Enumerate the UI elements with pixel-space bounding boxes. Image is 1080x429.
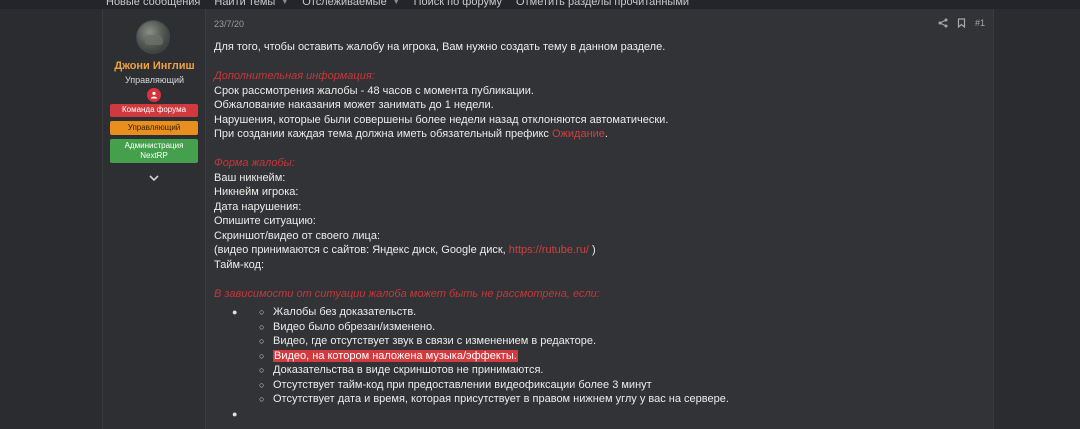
list-item: ● ○ Жалобы без доказательств. bbox=[214, 305, 974, 320]
nav-items: Новые сообщения Найти темы ▼ Отслеживаемы… bbox=[106, 0, 703, 9]
prefix-line: При создании каждая тема должна иметь об… bbox=[214, 127, 974, 142]
post-number[interactable]: #1 bbox=[975, 18, 985, 28]
form-line: Тайм-код: bbox=[214, 258, 264, 271]
post-main: 23/7/20 #1 Для того, чтобы оставить жало… bbox=[206, 9, 995, 429]
post-date[interactable]: 23/7/20 bbox=[214, 19, 244, 29]
form-line: Ваш никнейм: bbox=[214, 171, 286, 184]
bullet-icon: ● bbox=[232, 307, 238, 317]
banner-forum-team: Команда форума bbox=[110, 104, 198, 117]
highlighted-list-item-text: Видео, на котором наложена музыка/эффект… bbox=[273, 349, 518, 362]
list-item: ○ Видео было обрезан/изменено. bbox=[214, 320, 974, 335]
reject-heading: В зависимости от ситуации жалоба может б… bbox=[214, 287, 600, 300]
chevron-down-icon[interactable]: ▼ bbox=[281, 0, 288, 6]
list-item: ○ Доказательства в виде скриншотов не при… bbox=[214, 363, 974, 378]
bullet-icon: ○ bbox=[259, 336, 265, 346]
top-navigation-bar: Новые сообщения Найти темы ▼ Отслеживаемы… bbox=[0, 0, 1080, 9]
prefix-text: При создании каждая тема должна иметь об… bbox=[214, 128, 552, 140]
form-line: Скриншот/видео от своего лица: bbox=[214, 229, 380, 242]
prefix-end: . bbox=[604, 128, 608, 140]
info-line: Срок рассмотрения жалобы - 48 часов с мо… bbox=[214, 84, 534, 97]
info-heading: Дополнительная информация: bbox=[214, 70, 375, 82]
bullet-icon: ○ bbox=[259, 321, 265, 332]
prefix-word: Ожидание bbox=[551, 128, 605, 140]
video-sources-end: ) bbox=[588, 244, 596, 256]
nav-watched-label: Отслеживаемые bbox=[302, 0, 387, 8]
bullet-icon: ○ bbox=[259, 350, 265, 361]
banner-administration: Администрация NextRP bbox=[110, 139, 198, 163]
list-item: ○ Отсутствует дата и время, которая прису… bbox=[214, 392, 974, 407]
nav-watched[interactable]: Отслеживаемые ▼ bbox=[302, 0, 399, 8]
nav-search-forum[interactable]: Поиск по форуму bbox=[414, 0, 502, 8]
user-title: Управляющий bbox=[124, 75, 185, 85]
list-item: ○ Отсутствует тайм-код при предоставлении… bbox=[214, 378, 974, 393]
post-actions: #1 bbox=[938, 18, 985, 28]
avatar[interactable] bbox=[136, 20, 170, 54]
nav-find-threads-label: Найти темы bbox=[214, 0, 276, 8]
list-item-text: Жалобы без доказательств. bbox=[273, 306, 417, 318]
post-content: Для того, чтобы оставить жалобу на игрок… bbox=[214, 40, 974, 421]
list-item-text: Отсутствует тайм-код при предоставлении … bbox=[273, 378, 652, 391]
chevron-down-icon[interactable]: ▼ bbox=[393, 0, 400, 6]
username[interactable]: Джони Инглиш bbox=[103, 60, 206, 72]
list-item-text: Видео, где отсутствует звук в связи с из… bbox=[273, 335, 597, 347]
nav-mark-read[interactable]: Отметить разделы прочитанными bbox=[516, 0, 689, 8]
list-item: ○ Видео, где отсутствует звук в связи с и… bbox=[214, 334, 974, 349]
video-sources-line: (видео принимаются с сайтов: Яндекс диск… bbox=[214, 243, 974, 258]
form-line: Никнейм игрока: bbox=[214, 186, 299, 198]
nav-mark-read-label: Отметить разделы прочитанными bbox=[516, 0, 690, 8]
info-line: Обжалование наказания может занимать до … bbox=[214, 99, 494, 111]
form-line: Опишите ситуацию: bbox=[214, 215, 316, 227]
form-line: Дата нарушения: bbox=[214, 200, 302, 213]
list-item-text: Доказательства в виде скриншотов не прин… bbox=[273, 364, 544, 376]
banner-manager: Управляющий bbox=[110, 121, 198, 135]
intro-text: Для того, чтобы оставить жалобу на игрок… bbox=[214, 41, 666, 53]
reject-list: ● ○ Жалобы без доказательств. ○ Видео было … bbox=[214, 305, 974, 421]
chevron-down-icon[interactable] bbox=[148, 171, 160, 183]
nav-new-posts-label: Новые сообщения bbox=[106, 0, 201, 8]
bullet-icon: ○ bbox=[259, 307, 265, 317]
nav-new-posts[interactable]: Новые сообщения bbox=[106, 0, 200, 8]
nav-find-threads[interactable]: Найти темы ▼ bbox=[214, 0, 288, 8]
post-user-info: Джони Инглиш Управляющий Команда форума … bbox=[103, 9, 206, 429]
video-sources-text: (видео принимаются с сайтов: Яндекс диск… bbox=[214, 244, 509, 256]
list-item: ○ Видео, на котором наложена музыка/эффек… bbox=[214, 349, 974, 364]
list-item-text: Видео было обрезан/изменено. bbox=[273, 320, 436, 333]
bullet-icon: ○ bbox=[259, 379, 265, 390]
list-item-text: Отсутствует дата и время, которая присут… bbox=[273, 393, 729, 405]
nav-search-forum-label: Поиск по форуму bbox=[413, 0, 503, 8]
bookmark-icon[interactable] bbox=[957, 18, 966, 28]
rutube-link[interactable]: https://rutube.ru/ bbox=[509, 244, 589, 256]
bullet-icon: ○ bbox=[259, 365, 265, 375]
forum-post: Джони Инглиш Управляющий Команда форума … bbox=[102, 9, 994, 429]
staff-badge-icon bbox=[147, 88, 161, 102]
list-item: ● bbox=[214, 407, 974, 422]
bullet-icon: ● bbox=[232, 408, 238, 419]
info-line: Нарушения, которые были совершены более … bbox=[214, 113, 669, 126]
bullet-icon: ○ bbox=[259, 394, 265, 404]
share-icon[interactable] bbox=[938, 18, 948, 28]
form-heading: Форма жалобы: bbox=[214, 157, 295, 169]
